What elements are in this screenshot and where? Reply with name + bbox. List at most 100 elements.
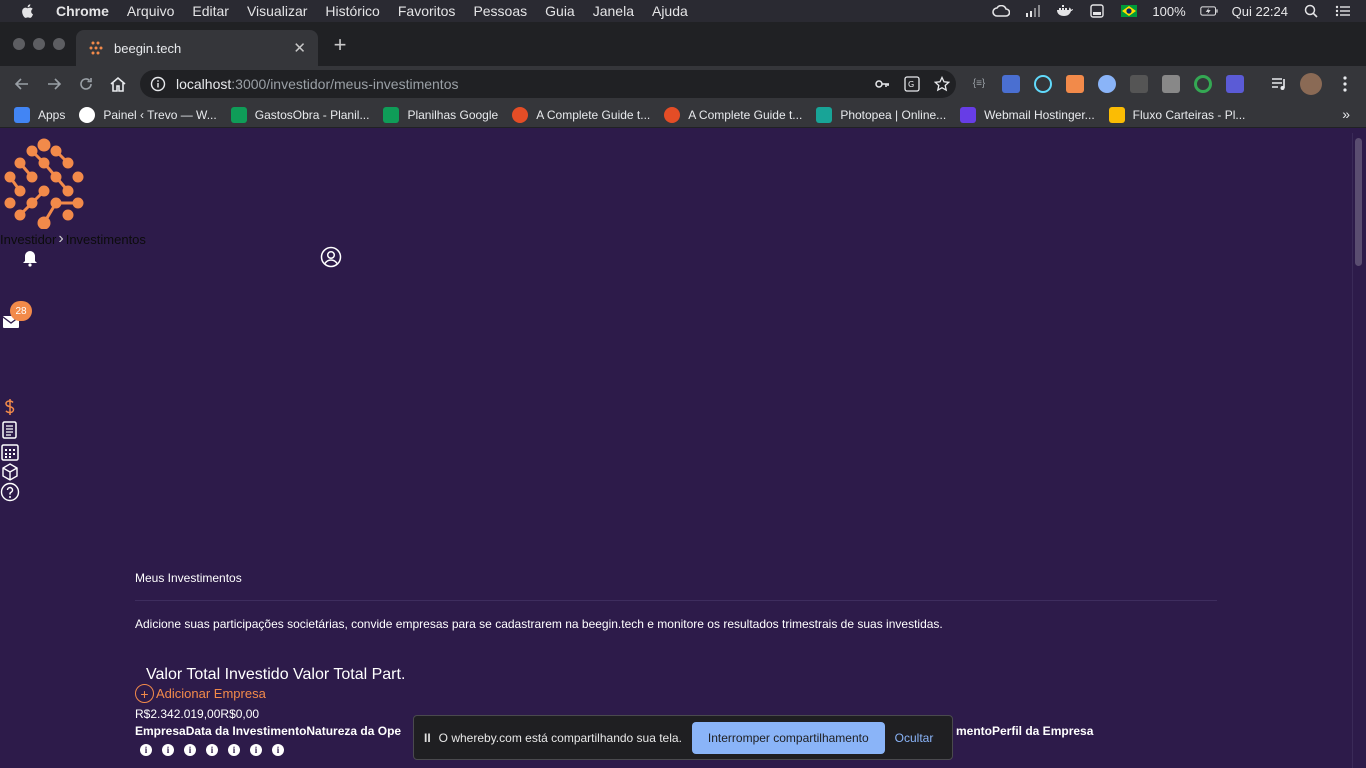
tab-close-icon[interactable]: ✕ xyxy=(293,39,306,57)
window-close-button[interactable] xyxy=(13,38,25,50)
share-message: O whereby.com está compartilhando sua te… xyxy=(438,730,682,745)
breadcrumb-investimentos[interactable]: Investimentos xyxy=(66,232,146,247)
menu-pessoas[interactable]: Pessoas xyxy=(473,3,527,19)
extension-json-icon[interactable]: {≡} xyxy=(970,75,988,93)
bookmark-webmail-hostinger[interactable]: Webmail Hostinger... xyxy=(960,106,1095,123)
stop-sharing-button[interactable]: Interromper compartilhamento xyxy=(691,721,885,754)
drive-icon[interactable] xyxy=(1088,4,1106,18)
breadcrumb-investidor[interactable]: Investidor xyxy=(0,232,56,247)
info-icon[interactable]: i xyxy=(272,744,284,756)
calendar-grid-icon[interactable] xyxy=(0,442,20,462)
menu-app-name[interactable]: Chrome xyxy=(56,3,109,19)
bookmark-fluxo-carteiras[interactable]: Fluxo Carteiras - Pl... xyxy=(1108,106,1246,123)
hide-button[interactable]: Ocultar xyxy=(895,731,934,745)
creative-cloud-icon[interactable] xyxy=(992,4,1011,18)
menu-arquivo[interactable]: Arquivo xyxy=(127,3,174,19)
menu-visualizar[interactable]: Visualizar xyxy=(247,3,307,19)
bookmark-label: GastosObra - Planil... xyxy=(254,107,370,122)
menu-historico[interactable]: Histórico xyxy=(325,3,379,19)
beegin-logo[interactable] xyxy=(2,137,86,229)
add-company-button[interactable]: + Adicionar Empresa xyxy=(135,684,266,703)
info-icon[interactable]: i xyxy=(206,744,218,756)
bookmark-label: A Complete Guide t... xyxy=(688,107,803,122)
bookmark-painel-trevo[interactable]: Painel ‹ Trevo — W... xyxy=(79,106,217,123)
notification-center-icon[interactable] xyxy=(1334,4,1352,18)
breadcrumb: Investidor › Investimentos xyxy=(0,230,146,248)
user-account-icon[interactable] xyxy=(320,246,342,268)
bookmark-star-icon[interactable] xyxy=(934,76,950,92)
apple-icon[interactable] xyxy=(20,3,36,19)
brazil-flag-icon[interactable] xyxy=(1120,4,1138,18)
menu-favoritos[interactable]: Favoritos xyxy=(398,3,456,19)
bookmark-planilhas-google[interactable]: Planilhas Google xyxy=(383,106,499,123)
info-icon[interactable]: i xyxy=(184,744,196,756)
menu-ajuda[interactable]: Ajuda xyxy=(652,3,688,19)
extension-green-ring-icon[interactable] xyxy=(1194,75,1212,93)
info-icon[interactable]: i xyxy=(228,744,240,756)
extension-hat-icon[interactable] xyxy=(1130,75,1148,93)
extension-react-icon[interactable] xyxy=(1034,75,1052,93)
title-divider xyxy=(135,600,1217,601)
bookmark-label: A Complete Guide t... xyxy=(536,107,651,122)
url-host: localhost xyxy=(176,76,232,92)
sheets-icon xyxy=(383,106,400,123)
menu-editar[interactable]: Editar xyxy=(192,3,229,19)
page-description: Adicione suas participações societárias,… xyxy=(135,617,943,631)
docker-icon[interactable] xyxy=(1056,4,1074,18)
bookmark-label: Apps xyxy=(38,107,66,122)
info-icon[interactable]: i xyxy=(140,744,152,756)
cube-icon[interactable] xyxy=(0,462,20,482)
chrome-menu-icon[interactable] xyxy=(1336,75,1354,93)
bookmark-complete-guide-1[interactable]: A Complete Guide t... xyxy=(512,106,651,123)
extension-copy-icon[interactable] xyxy=(1162,75,1180,93)
page-scrollbar-thumb[interactable] xyxy=(1355,138,1362,266)
signal-icon[interactable] xyxy=(1024,4,1042,18)
clock[interactable]: Qui 22:24 xyxy=(1232,4,1288,19)
extension-off-icon[interactable] xyxy=(1066,75,1084,93)
window-zoom-button[interactable] xyxy=(53,38,65,50)
address-bar[interactable]: localhost:3000/investidor/meus-investime… xyxy=(140,70,956,98)
info-icon[interactable]: i xyxy=(162,744,174,756)
browser-tab[interactable]: beegin.tech ✕ xyxy=(76,30,318,66)
profile-avatar[interactable] xyxy=(1300,73,1322,95)
bell-icon[interactable] xyxy=(20,247,40,267)
bookmark-label: Planilhas Google xyxy=(407,107,499,122)
guide-icon xyxy=(664,106,681,123)
forward-button[interactable] xyxy=(44,74,64,94)
table-header-left: EmpresaData da InvestimentoNatureza da O… xyxy=(135,724,402,738)
clover-icon xyxy=(79,106,96,123)
extension-b-icon[interactable] xyxy=(1226,75,1244,93)
macos-menu-bar: Chrome Arquivo Editar Visualizar Históri… xyxy=(0,0,1366,22)
home-button[interactable] xyxy=(108,74,128,94)
back-button[interactable] xyxy=(12,74,32,94)
reload-button[interactable] xyxy=(76,74,96,94)
totals-values: R$2.342.019,00R$0,00 xyxy=(135,707,260,721)
dollar-icon[interactable] xyxy=(0,397,20,417)
page-content: Investidor › Investimentos 28 Meus Inves… xyxy=(0,133,1352,768)
new-tab-button[interactable]: + xyxy=(330,34,350,56)
help-icon[interactable] xyxy=(0,482,20,502)
more-bookmarks-chevron-icon[interactable]: » xyxy=(1342,106,1350,122)
screen-share-bar: II O whereby.com está compartilhando sua… xyxy=(413,715,953,760)
media-controls-icon[interactable] xyxy=(1270,75,1288,93)
key-icon[interactable] xyxy=(874,76,890,92)
menu-janela[interactable]: Janela xyxy=(593,3,634,19)
spotlight-search-icon[interactable] xyxy=(1302,4,1320,18)
document-list-icon[interactable] xyxy=(0,420,20,440)
bookmark-gastos-obra[interactable]: GastosObra - Planil... xyxy=(230,106,370,123)
info-icon[interactable]: i xyxy=(250,744,262,756)
extension-circle-icon[interactable] xyxy=(1098,75,1116,93)
menu-guia[interactable]: Guia xyxy=(545,3,575,19)
bookmark-label: Photopea | Online... xyxy=(840,107,947,122)
table-header-right: mentoPerfil da Empresa xyxy=(956,724,1094,738)
extension-css-icon[interactable] xyxy=(1002,75,1020,93)
battery-icon[interactable] xyxy=(1199,4,1218,18)
bookmark-complete-guide-2[interactable]: A Complete Guide t... xyxy=(664,106,803,123)
bookmark-label: Fluxo Carteiras - Pl... xyxy=(1132,107,1246,122)
translate-icon[interactable]: G xyxy=(904,76,920,92)
site-info-icon[interactable] xyxy=(150,76,166,92)
window-minimize-button[interactable] xyxy=(33,38,45,50)
mail-count-badge: 28 xyxy=(10,301,32,321)
bookmark-photopea[interactable]: Photopea | Online... xyxy=(816,106,947,123)
bookmark-apps[interactable]: Apps xyxy=(14,106,66,123)
